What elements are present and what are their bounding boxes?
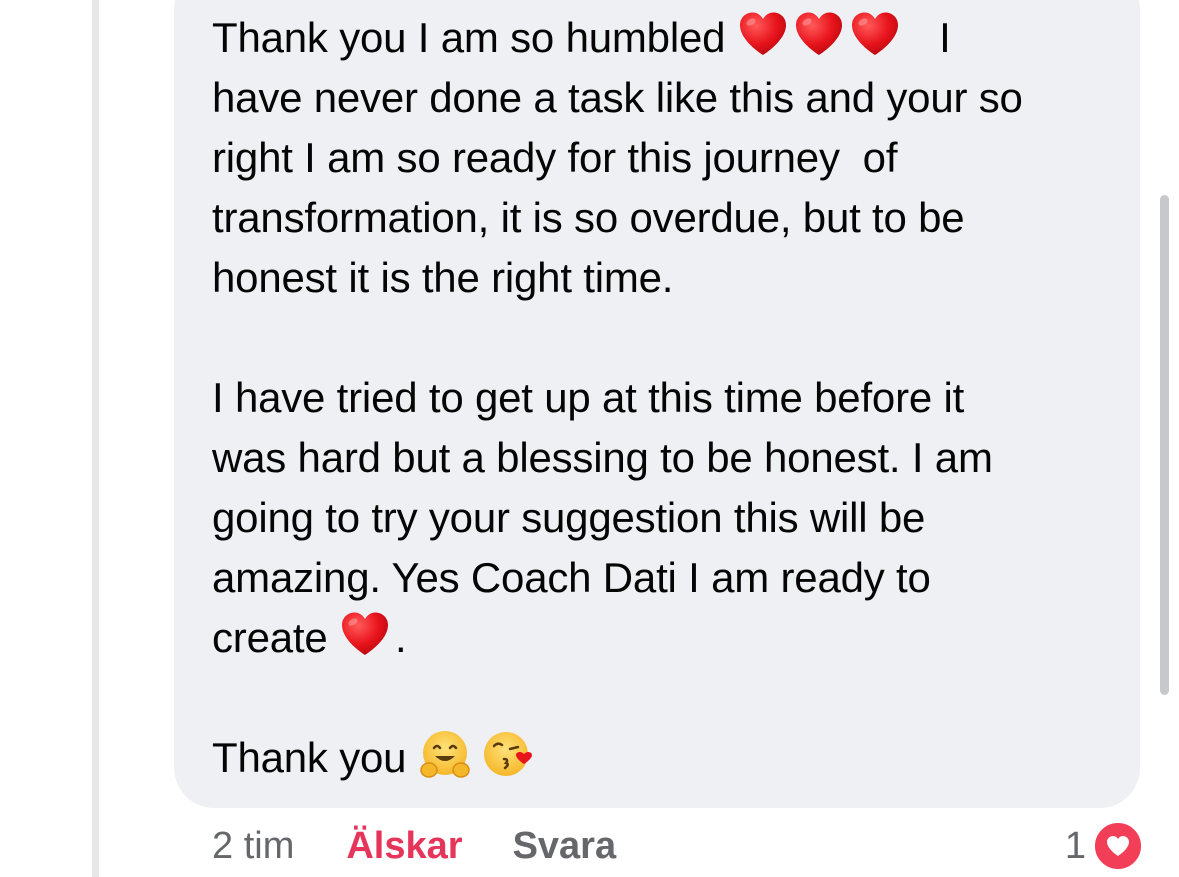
comment-line: going to try your suggestion this will b… <box>212 488 1122 548</box>
reaction-summary[interactable]: 1 <box>1065 818 1144 874</box>
comment-line: transformation, it is so overdue, but to… <box>212 188 1122 248</box>
comment-line: honest it is the right time. <box>212 248 1122 308</box>
heart-reaction-icon <box>1092 820 1144 872</box>
scrollbar[interactable] <box>1160 195 1169 695</box>
comment-line: amazing. Yes Coach Dati I am ready to <box>212 548 1122 608</box>
face-blowing-kiss-icon <box>480 732 542 781</box>
love-button[interactable]: Älskar <box>346 825 462 868</box>
comment-line: was hard but a blessing to be honest. I … <box>212 428 1122 488</box>
thread-line <box>92 0 99 877</box>
comment-line: right I am so ready for this journey of <box>212 128 1122 188</box>
red-heart-icon <box>849 12 905 61</box>
comment-text-span: honest it is the right time. <box>212 254 674 301</box>
comment-text-span: have never done a task like this and you… <box>212 74 1023 121</box>
comment-line: Thank you <box>212 728 1122 788</box>
comment-text-span: I have tried to get up at this time befo… <box>212 374 965 421</box>
comment-text-span: . <box>395 614 407 661</box>
comment-text-span: Thank you I am so humbled <box>212 14 737 61</box>
comment-text-span: Thank you <box>212 734 418 781</box>
red-heart-icon <box>793 12 849 61</box>
red-heart-icon <box>339 612 395 661</box>
comment-text-span: I <box>904 14 951 61</box>
red-heart-icon <box>737 12 793 61</box>
comment-paragraph: I have tried to get up at this time befo… <box>212 368 1122 668</box>
comment-line: have never done a task like this and you… <box>212 68 1122 128</box>
comment-text-span: was hard but a blessing to be honest. I … <box>212 434 993 481</box>
comment-line: create . <box>212 608 1122 668</box>
comment-timestamp[interactable]: 2 tim <box>212 825 294 868</box>
comment-text-span: create <box>212 614 339 661</box>
comment-paragraph: Thank you <box>212 728 1122 788</box>
comment-screen: Thank you I am so humbled Ihave never do… <box>0 0 1179 877</box>
comment-actions: 2 tim Älskar Svara <box>212 818 616 874</box>
reply-button[interactable]: Svara <box>513 825 617 868</box>
comment-text-span: going to try your suggestion this will b… <box>212 494 926 541</box>
comment-paragraph: Thank you I am so humbled Ihave never do… <box>212 8 1122 308</box>
hugging-face-icon <box>418 731 480 781</box>
comment-line: I have tried to get up at this time befo… <box>212 368 1122 428</box>
comment-text-span: right I am so ready for this journey of <box>212 134 898 181</box>
comment-text-span: amazing. Yes Coach Dati I am ready to <box>212 554 931 601</box>
comment-text-span: transformation, it is so overdue, but to… <box>212 194 965 241</box>
comment-line: Thank you I am so humbled I <box>212 8 1122 68</box>
comment-text: Thank you I am so humbled Ihave never do… <box>212 8 1122 788</box>
reaction-count: 1 <box>1064 824 1086 867</box>
